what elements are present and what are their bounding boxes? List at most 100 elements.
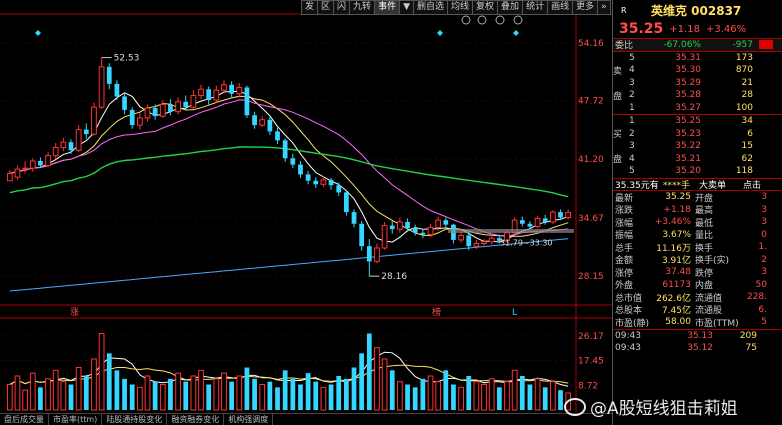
stat-value: 11.16万 <box>656 243 691 254</box>
toolbar-btn-13[interactable]: » <box>597 0 611 15</box>
toolbar-btn-3[interactable]: 九转 <box>349 0 376 15</box>
volume-bar <box>389 370 395 410</box>
candle-body <box>213 89 220 101</box>
stat-row-9: 总股本 7.45亿 流通股 6. <box>613 304 782 317</box>
ratio-bar-icon <box>759 40 773 50</box>
stat-key: 总市值 <box>615 293 643 304</box>
stat-key: 涨停 <box>615 268 634 279</box>
stat-value-2: 228. <box>746 292 767 303</box>
candle-body <box>351 212 357 224</box>
sell-level-3[interactable]: 3 35.29 21 <box>613 77 782 90</box>
stat-key: 涨幅 <box>615 218 634 229</box>
candle-body <box>106 66 112 84</box>
candle-body <box>259 119 266 126</box>
volume-bar <box>488 378 495 411</box>
toolbar-btn-9[interactable]: 叠加 <box>497 0 524 15</box>
toolbar-btn-8[interactable]: 复权 <box>472 0 499 15</box>
stat-key-2: 流通股 <box>695 306 723 317</box>
toolbar-btn-0[interactable]: 发 <box>301 0 319 15</box>
candle-body <box>290 158 296 165</box>
quote-panel: R 英维克 002837 35.25 +1.18 +3.46% 委比 -67.0… <box>612 0 782 425</box>
stat-value-2: 3 <box>761 217 767 228</box>
indicator-tab-1[interactable]: 市盈率(ttm) <box>49 414 103 425</box>
buy-level-2[interactable]: 买 2 35.23 6 <box>613 128 782 141</box>
volume-bar <box>267 381 273 410</box>
sell-level-4[interactable]: 卖 4 35.30 870 <box>613 64 782 77</box>
candle-body <box>236 86 243 95</box>
volume-bar <box>313 381 319 410</box>
bang-marker: 榜 <box>432 306 441 318</box>
volume-bar <box>290 378 296 410</box>
tick-row-1: 09:43 35.12 75 <box>613 342 782 355</box>
volume-bar <box>550 381 556 411</box>
buy-level-5[interactable]: 5 35.20 118 <box>613 165 782 178</box>
candle-body <box>366 246 372 262</box>
volume-bar <box>259 384 266 411</box>
buy-level-1[interactable]: 1 35.25 34 <box>613 115 782 128</box>
price-tick-label: 41.20 <box>578 155 604 165</box>
volume-bar <box>198 369 204 411</box>
sell-level-5[interactable]: 5 35.31 173 <box>613 52 782 65</box>
candle-body <box>550 211 556 223</box>
volume-bar <box>22 389 28 411</box>
level-volume: 34 <box>741 116 753 127</box>
click-link[interactable]: 点击 <box>743 178 773 191</box>
stat-key-2: 量比 <box>695 231 714 242</box>
toolbar-btn-1[interactable]: 区 <box>317 0 335 15</box>
level-num: 3 <box>629 141 635 152</box>
volume-bar <box>106 353 112 410</box>
stat-row-8: 总市值 262.6亿 流通值 228. <box>613 291 782 304</box>
volume-bar <box>275 387 280 410</box>
volume-bar <box>98 333 105 411</box>
level-price: 35.30 <box>675 65 701 76</box>
toolbar-btn-5[interactable]: ▼ <box>399 0 414 15</box>
price-tick-label: 54.16 <box>578 39 604 49</box>
stat-key-2: 流通值 <box>695 293 723 304</box>
big-order-row[interactable]: 35.35元有 ****手 大卖单 点击 <box>613 177 782 191</box>
indicator-tab-3[interactable]: 融资融券变化 <box>167 414 225 425</box>
candle-body <box>252 115 257 126</box>
indicator-tab-4[interactable]: 机构强调度 <box>224 414 274 425</box>
indicator-tab-0[interactable]: 盘后成交量 <box>0 414 49 425</box>
buy-level-4[interactable]: 盘 4 35.21 62 <box>613 153 782 166</box>
toolbar-btn-10[interactable]: 统计 <box>522 0 549 15</box>
toolbar-btn-11[interactable]: 画线 <box>547 0 574 15</box>
stat-row-2: 涨幅 +3.46% 最低 3 <box>613 216 782 229</box>
r-label: R <box>621 5 627 15</box>
volume-bar <box>343 378 349 410</box>
stat-value: 3.91亿 <box>661 256 691 267</box>
kline-chart[interactable]: 54.1647.7241.2034.6728.1526.1717.458.72 … <box>0 0 612 425</box>
toolbar-btn-7[interactable]: 均线 <box>447 0 474 15</box>
candle-body <box>443 220 449 225</box>
level-price: 35.31 <box>675 52 701 63</box>
side-label: 盘 <box>613 155 623 166</box>
zhang-marker: 涨 <box>70 307 79 318</box>
level-volume: 21 <box>741 77 753 88</box>
candle-body <box>458 234 464 241</box>
l-marker: L <box>512 308 517 318</box>
chart-grid <box>0 13 612 412</box>
volume-bar <box>466 376 472 410</box>
sell-level-2[interactable]: 盘 2 35.28 28 <box>613 89 782 102</box>
price-tick-label: 34.67 <box>578 214 604 224</box>
volume-bar <box>244 367 250 410</box>
volume-bar <box>206 384 212 410</box>
toolbar-btn-2[interactable]: 闪 <box>333 0 351 15</box>
toolbar-btn-6[interactable]: 删自选 <box>413 0 449 15</box>
volume-bar <box>68 384 74 410</box>
candle-body <box>75 129 82 151</box>
buy-level-3[interactable]: 3 35.22 15 <box>613 140 782 153</box>
volume-bar <box>60 381 67 411</box>
kline-chart-area[interactable]: 54.16 47.72 41.20 34.67 28.15 26.17 17.45 8.72 … <box>0 0 612 425</box>
sell-level-1[interactable]: 1 35.27 100 <box>613 102 782 115</box>
candle-body <box>144 107 151 119</box>
toolbar-btn-12[interactable]: 更多 <box>572 0 599 15</box>
stat-key: 金额 <box>615 256 634 267</box>
volume-bar <box>381 358 388 411</box>
level-price: 35.23 <box>675 128 701 139</box>
toolbar-btn-4[interactable]: 事件 <box>374 0 401 15</box>
indicator-tab-2[interactable]: 陆股通持股变化 <box>102 414 168 425</box>
candle-body <box>52 147 59 157</box>
volume-bar <box>305 373 311 410</box>
tick-volume: 209 <box>739 330 757 341</box>
